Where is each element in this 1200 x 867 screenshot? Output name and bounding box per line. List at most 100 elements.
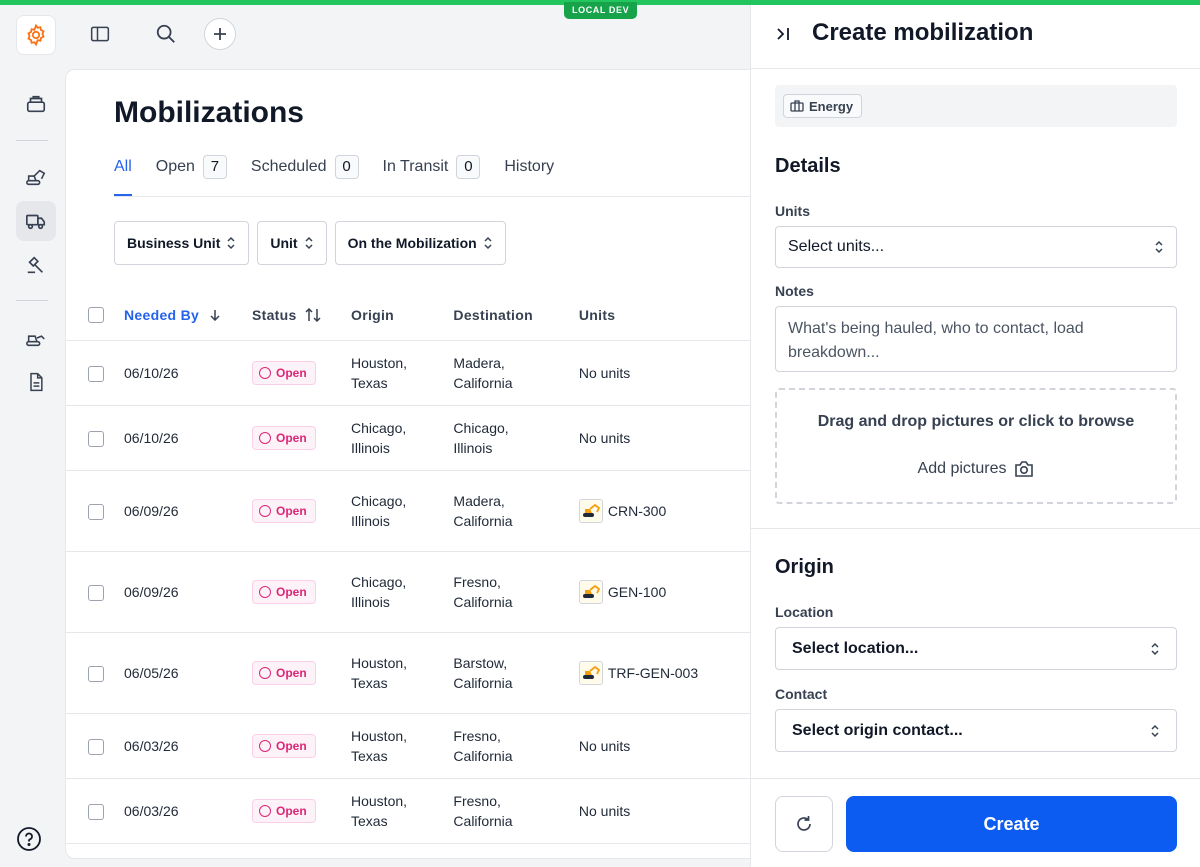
refresh-icon [797, 816, 811, 831]
table-row[interactable]: 06/09/26 Open Chicago, Illinois Fresno, Calif… [66, 551, 784, 633]
row-checkbox[interactable] [88, 430, 104, 447]
unit-name: CRN-300 [607, 502, 667, 519]
tab-history[interactable]: History [504, 154, 554, 180]
origin-state: Illinois [351, 512, 390, 529]
chevron-updown-icon [227, 236, 235, 250]
destination-city: Madera, [453, 354, 505, 371]
row-checkbox[interactable] [88, 365, 104, 382]
unit-thumbnail [578, 660, 603, 685]
column-label: Units [578, 306, 616, 323]
app-logo[interactable] [16, 15, 56, 55]
table-row[interactable]: 06/03/26 Open Houston, Texas Fresno, Californ… [66, 778, 784, 844]
column-destination[interactable]: Destination [453, 290, 579, 341]
new-item-button[interactable] [204, 18, 236, 50]
excavator-icon [582, 503, 600, 517]
origin-state: Texas [351, 674, 388, 691]
status-badge: Open [251, 425, 316, 450]
no-units-text: No units [578, 802, 631, 819]
column-needed-by[interactable]: Needed By [124, 290, 252, 341]
row-checkbox[interactable] [88, 803, 104, 820]
filter-on-mobilization[interactable]: On the Mobilization [334, 221, 506, 265]
unit-thumbnail [578, 498, 603, 523]
create-mobilization-drawer: Create mobilization Energy Details Units… [750, 0, 1200, 867]
tab-label: Open [155, 158, 195, 175]
location-placeholder: Select location... [792, 639, 919, 657]
status-label: Open [275, 665, 307, 680]
column-label: Destination [453, 306, 533, 323]
column-label: Origin [351, 306, 395, 323]
needed-by-date: 06/03/26 [124, 737, 179, 754]
destination-city: Fresno, [453, 727, 501, 744]
open-status-icon [258, 585, 271, 598]
open-status-icon [258, 739, 271, 752]
document-icon [30, 372, 43, 392]
contact-label: Contact [775, 686, 828, 702]
search-button[interactable] [150, 18, 182, 50]
rail-divider [16, 140, 48, 141]
unit-item[interactable]: TRF-GEN-003 [578, 660, 698, 685]
row-checkbox[interactable] [88, 665, 104, 682]
origin-state: Texas [351, 812, 388, 829]
excavator-icon [582, 584, 600, 598]
tab-count: 0 [456, 155, 481, 179]
origin-city: Houston, [351, 727, 408, 744]
status-badge: Open [251, 579, 316, 604]
table-row[interactable]: 06/09/26 Open Chicago, Illinois Madera, Calif… [66, 470, 784, 552]
contact-select[interactable]: Select origin contact... [775, 709, 1177, 752]
filter-unit[interactable]: Unit [257, 221, 327, 265]
business-unit-label: Energy [809, 98, 854, 114]
notes-textarea[interactable]: What's being hauled, who to contact, loa… [775, 306, 1177, 372]
needed-by-date: 06/05/26 [124, 664, 179, 681]
unit-item[interactable]: CRN-300 [578, 498, 667, 523]
chevron-updown-icon [1155, 240, 1163, 254]
status-badge: Open [251, 798, 316, 823]
filter-business-unit[interactable]: Business Unit [114, 221, 250, 265]
chevron-updown-icon [1151, 724, 1159, 737]
chevron-updown-icon [305, 236, 313, 250]
tab-all[interactable]: All [114, 154, 132, 196]
needed-by-date: 06/10/26 [124, 364, 179, 381]
nav-inventory[interactable] [16, 84, 56, 124]
status-label: Open [275, 430, 307, 445]
column-status[interactable]: Status [251, 290, 351, 341]
row-checkbox[interactable] [88, 503, 104, 520]
column-units[interactable]: Units [578, 290, 758, 341]
units-label: Units [775, 203, 810, 219]
row-checkbox[interactable] [88, 584, 104, 601]
nav-auctions[interactable] [16, 245, 56, 285]
sidebar-toggle-icon [90, 26, 110, 42]
nav-machines[interactable] [16, 318, 56, 358]
destination-city: Fresno, [453, 792, 501, 809]
reset-button[interactable] [775, 796, 833, 852]
excavator-icon [582, 665, 600, 679]
table-row[interactable]: 06/05/26 Open Houston, Texas Barstow, Califor… [66, 632, 784, 714]
unit-item[interactable]: GEN-100 [578, 579, 666, 604]
origin-state: Texas [351, 747, 388, 764]
help-button[interactable] [16, 826, 42, 852]
picture-dropzone[interactable]: Drag and drop pictures or click to brows… [775, 388, 1177, 504]
destination-state: California [453, 812, 513, 829]
add-pictures-button[interactable]: Add pictures [777, 460, 1175, 478]
location-select[interactable]: Select location... [775, 627, 1177, 670]
row-checkbox[interactable] [88, 738, 104, 755]
units-select[interactable]: Select units... [775, 226, 1177, 268]
column-origin[interactable]: Origin [351, 290, 454, 341]
nav-documents[interactable] [16, 362, 56, 402]
sidebar-toggle-button[interactable] [84, 18, 116, 50]
tab-in-transit[interactable]: In Transit 0 [383, 154, 481, 180]
business-unit-chip[interactable]: Energy [783, 94, 863, 118]
create-button[interactable]: Create [846, 796, 1177, 852]
tab-scheduled[interactable]: Scheduled 0 [251, 154, 359, 180]
camera-icon [1015, 461, 1034, 477]
chevron-updown-icon [484, 236, 492, 250]
tab-label: History [504, 158, 555, 175]
table-row[interactable]: 06/10/26 Open Chicago, Illinois Chicago, Illi… [66, 405, 784, 471]
table-row[interactable]: 06/03/26 Open Houston, Texas Fresno, Californ… [66, 713, 784, 779]
environment-badge: LOCAL DEV [564, 2, 638, 19]
table-row[interactable]: 06/10/26 Open Houston, Texas Madera, Californ… [66, 340, 784, 406]
nav-mobilizations[interactable] [16, 201, 56, 241]
nav-equipment[interactable] [16, 157, 56, 197]
tab-open[interactable]: Open 7 [156, 154, 227, 180]
select-all-checkbox[interactable] [88, 307, 104, 324]
collapse-drawer-button[interactable] [771, 22, 795, 46]
